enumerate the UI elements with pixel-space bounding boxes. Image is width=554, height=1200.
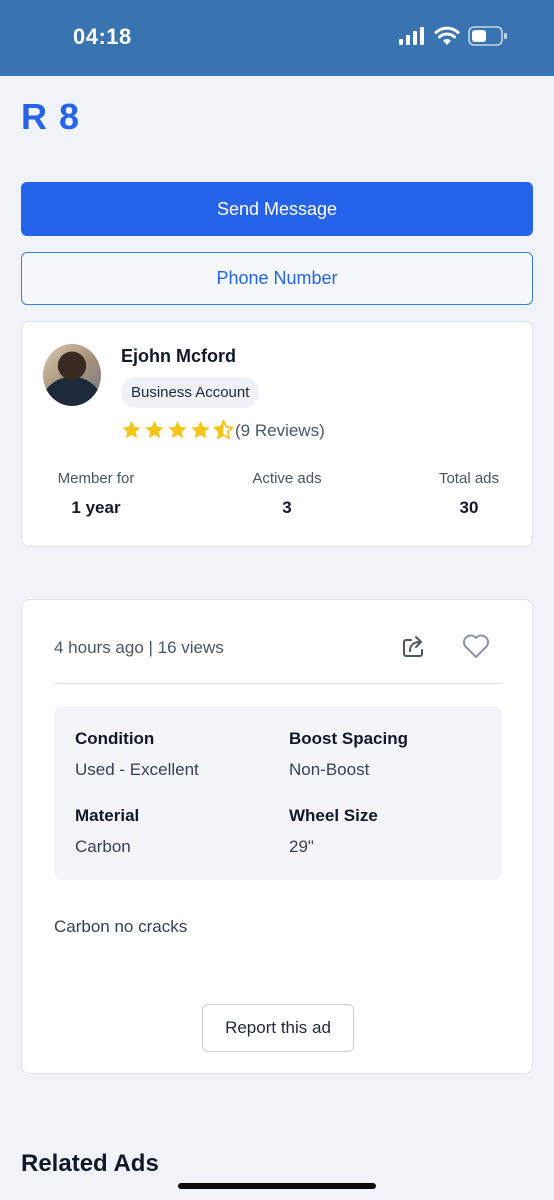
star-icon: [168, 420, 187, 439]
home-indicator[interactable]: [178, 1183, 376, 1189]
seller-card[interactable]: Ejohn Mcford Business Account (9 Reviews…: [21, 321, 533, 547]
specs-grid: Condition Used - Excellent Boost Spacing…: [54, 706, 502, 880]
avatar[interactable]: [43, 344, 101, 406]
stat-value: 30: [459, 498, 479, 517]
related-ads-title: Related Ads: [21, 1150, 159, 1177]
listing-title: R 8: [21, 96, 81, 137]
stat-label: Total ads: [438, 470, 500, 487]
star-icon: [145, 420, 164, 439]
description: Carbon no cracks: [54, 917, 188, 936]
spec-value: Carbon: [75, 837, 131, 856]
spec-material: Material Carbon: [75, 806, 139, 857]
rating-stars: [121, 420, 234, 440]
spec-label: Boost Spacing: [289, 729, 409, 748]
stat-total-ads: Total ads 30: [430, 470, 508, 518]
stat-label: Active ads: [252, 470, 322, 487]
spec-wheel-size: Wheel Size 29": [289, 806, 378, 857]
stat-member-for: Member for 1 year: [52, 470, 140, 518]
spec-condition: Condition Used - Excellent: [75, 729, 199, 780]
wifi-icon: [434, 26, 460, 45]
share-icon[interactable]: [400, 632, 428, 660]
spec-value: Used - Excellent: [75, 760, 199, 779]
spec-label: Condition: [75, 729, 155, 748]
stat-active-ads: Active ads 3: [244, 470, 330, 518]
status-icons: [398, 26, 508, 46]
spec-label: Wheel Size: [289, 806, 378, 825]
divider: [54, 683, 502, 684]
spec-boost-spacing: Boost Spacing Non-Boost: [289, 729, 408, 780]
spec-value: Non-Boost: [289, 760, 370, 779]
send-message-button[interactable]: Send Message: [21, 182, 533, 236]
stat-value: 1 year: [71, 498, 121, 517]
posted-meta: 4 hours ago | 16 views: [54, 638, 224, 657]
half-star-icon: [213, 420, 234, 440]
reviews-count[interactable]: (9 Reviews): [235, 421, 325, 441]
signal-icon: [399, 27, 424, 45]
spec-value: 29": [289, 837, 314, 856]
stat-value: 3: [282, 498, 292, 517]
status-bar: 04:18: [0, 0, 554, 76]
account-type-badge: Business Account: [121, 377, 260, 408]
phone-number-button[interactable]: Phone Number: [21, 252, 533, 305]
report-ad-button[interactable]: Report this ad: [202, 1004, 354, 1052]
star-icon: [122, 420, 141, 439]
spec-label: Material: [75, 806, 140, 825]
battery-icon: [468, 26, 507, 46]
stat-label: Member for: [57, 470, 135, 487]
details-card: 4 hours ago | 16 views Condition Used - …: [21, 599, 533, 1074]
seller-name[interactable]: Ejohn Mcford: [121, 346, 236, 367]
heart-icon[interactable]: [462, 633, 490, 659]
status-time: 04:18: [73, 24, 132, 49]
star-icon: [191, 420, 210, 439]
